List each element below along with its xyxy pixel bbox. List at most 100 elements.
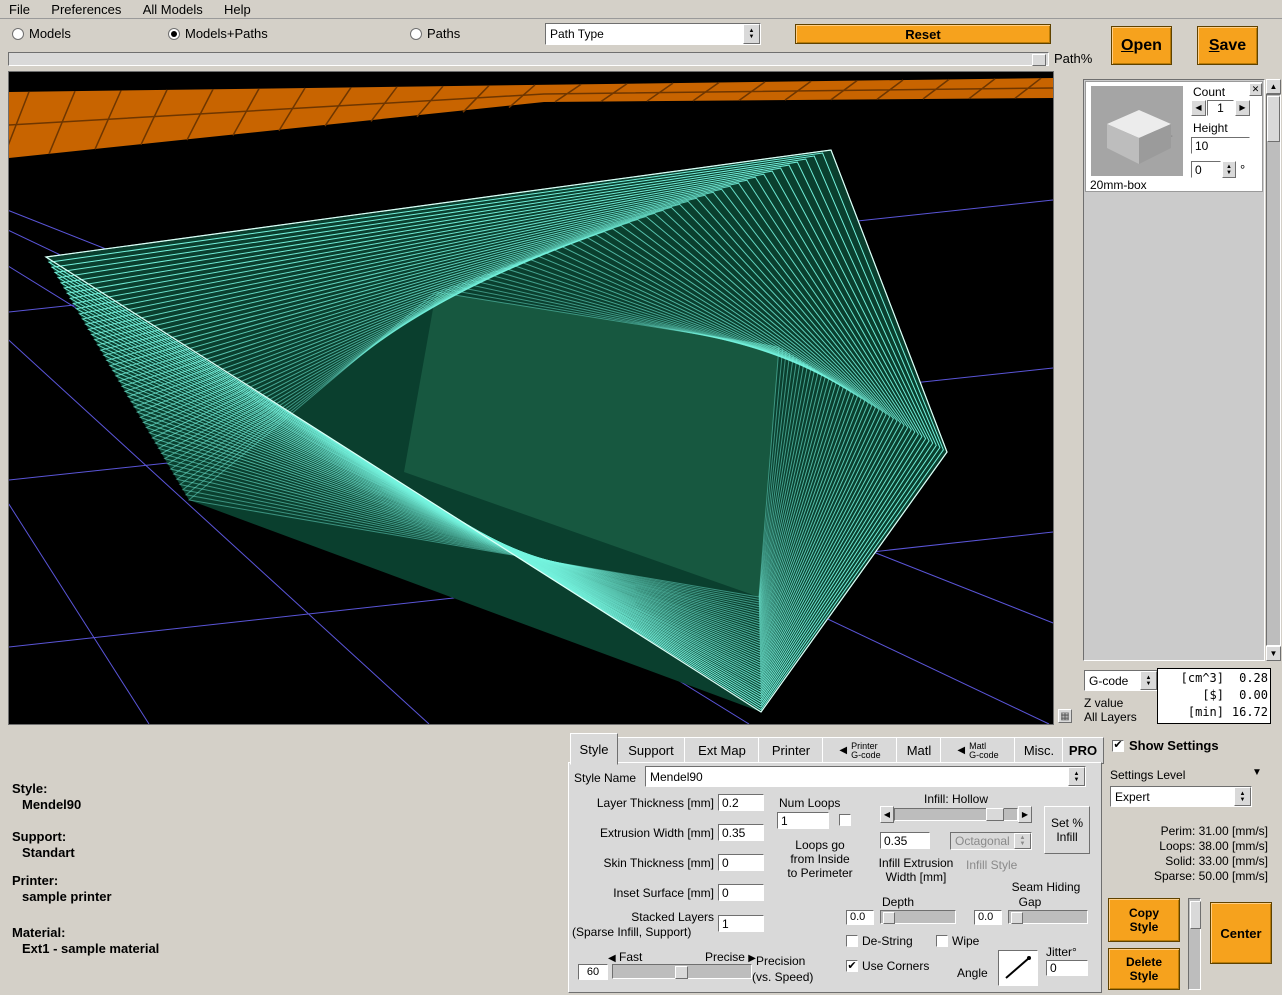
scrollbar-thumb[interactable]: [1267, 96, 1280, 142]
infill-slider-left-button[interactable]: ◀: [880, 806, 894, 823]
destring-checkbox[interactable]: De-String: [846, 934, 913, 948]
precision-slider[interactable]: [612, 964, 752, 979]
scroll-up-button[interactable]: ▲: [1266, 79, 1281, 94]
num-loops-checkbox[interactable]: [839, 814, 851, 826]
angle-picker-button[interactable]: [998, 950, 1038, 986]
menu-file[interactable]: File: [9, 2, 30, 17]
model-thumbnail[interactable]: [1091, 86, 1183, 176]
infill-slider[interactable]: ◀ ▶: [880, 806, 1032, 823]
radio-paths-label: Paths: [427, 26, 460, 41]
reset-button[interactable]: Reset: [795, 24, 1051, 44]
wipe-checkbox[interactable]: Wipe: [936, 934, 979, 948]
jitter-input[interactable]: [1046, 960, 1088, 976]
settings-level-expander-icon[interactable]: ▼: [1252, 767, 1262, 778]
gcode-combobox[interactable]: G-code ▲ ▼: [1084, 670, 1158, 691]
infill-style-combobox[interactable]: Octagonal ▲ ▼: [950, 832, 1032, 850]
checkbox[interactable]: ✔: [846, 960, 858, 972]
stacked-layers-input[interactable]: [718, 915, 764, 932]
view-mode-models-paths[interactable]: Models+Paths: [168, 26, 268, 41]
scrollbar-trough[interactable]: [1266, 94, 1281, 646]
copy-style-button[interactable]: Copy Style: [1108, 898, 1180, 942]
viewport-canvas[interactable]: [8, 71, 1054, 725]
show-settings-checkbox[interactable]: ✔ Show Settings: [1112, 738, 1219, 753]
scroll-down-button[interactable]: ▼: [1266, 646, 1281, 661]
inset-surface-input[interactable]: [718, 884, 764, 901]
precision-slider-handle[interactable]: [675, 966, 688, 979]
skin-thickness-input[interactable]: [718, 854, 764, 871]
seam-gap-slider-handle[interactable]: [1011, 912, 1023, 924]
layer-thickness-input[interactable]: [718, 794, 764, 811]
tab-printer[interactable]: Printer: [758, 737, 824, 764]
height-input[interactable]: [1191, 137, 1250, 154]
path-percent-slider[interactable]: [8, 52, 1049, 66]
checkbox[interactable]: [846, 935, 858, 947]
model-list-scrollbar[interactable]: ▲ ▼: [1266, 79, 1281, 661]
copy-style-label-line1: Copy: [1129, 906, 1159, 920]
status-grip-icon[interactable]: ▦: [1058, 709, 1072, 723]
count-increment-button[interactable]: ▶: [1235, 100, 1250, 116]
stats-box: [cm^3] 0.28 [$] 0.00 [min] 16.72: [1157, 668, 1271, 724]
precision-preciser-control[interactable]: Precise ▶: [705, 950, 756, 964]
settings-level-combo-arrows-icon[interactable]: ▲ ▼: [1234, 787, 1251, 806]
menu-all-models[interactable]: All Models: [143, 2, 203, 17]
model-close-button[interactable]: ✕: [1249, 83, 1262, 96]
gcode-value: G-code: [1085, 673, 1140, 689]
view-mode-paths[interactable]: Paths: [410, 26, 460, 41]
tab-style[interactable]: Style: [570, 733, 618, 765]
stat-time-value: 16.72: [1224, 704, 1268, 721]
tab-printer-gcode[interactable]: ◀ Printer G-code: [822, 737, 898, 764]
infill-style-combo-arrows-icon[interactable]: ▲ ▼: [1014, 833, 1031, 849]
tab-matl[interactable]: Matl: [896, 737, 942, 764]
style-name-combobox[interactable]: Mendel90 ▲ ▼: [645, 766, 1086, 787]
tab-pro[interactable]: PRO: [1062, 737, 1104, 764]
view-mode-models[interactable]: Models: [12, 26, 71, 41]
tab-misc[interactable]: Misc.: [1014, 737, 1064, 764]
seam-gap-slider[interactable]: [1008, 910, 1088, 924]
count-input[interactable]: [1207, 100, 1234, 116]
rotation-spinner[interactable]: ▲ ▼: [1222, 161, 1236, 178]
model-card[interactable]: 20mm-box ✕ Count ◀ ▶ Height ▲ ▼ °: [1085, 81, 1263, 192]
tab-ext-map[interactable]: Ext Map: [684, 737, 760, 764]
radio-paths[interactable]: [410, 28, 422, 40]
count-label: Count: [1193, 85, 1225, 99]
path-percent-slider-handle[interactable]: [1032, 54, 1046, 66]
rotation-input[interactable]: [1191, 161, 1221, 178]
arrow-down-icon: ▼: [1240, 797, 1246, 803]
infill-slider-handle[interactable]: [986, 808, 1004, 821]
seam-depth-slider-handle[interactable]: [883, 912, 895, 924]
style-list-scrollbar[interactable]: [1188, 898, 1201, 990]
menu-preferences[interactable]: Preferences: [51, 2, 121, 17]
precision-faster-control[interactable]: ◀ Fast: [608, 950, 642, 964]
style-list-scrollbar-thumb[interactable]: [1190, 901, 1201, 929]
delete-style-button[interactable]: Delete Style: [1108, 948, 1180, 990]
set-percent-infill-button[interactable]: Set % Infill: [1044, 806, 1090, 854]
save-button[interactable]: Save: [1197, 26, 1258, 65]
tab-matl-gcode[interactable]: ◀ Matl G-code: [940, 737, 1016, 764]
count-decrement-button[interactable]: ◀: [1191, 100, 1206, 116]
stat-cost-label: [$]: [1160, 687, 1224, 704]
menu-help[interactable]: Help: [224, 2, 251, 17]
infill-extrusion-width-input[interactable]: [880, 832, 930, 849]
open-button[interactable]: Open: [1111, 26, 1172, 65]
center-button[interactable]: Center: [1210, 902, 1272, 964]
radio-models-paths[interactable]: [168, 28, 180, 40]
stat-row: [cm^3] 0.28: [1160, 670, 1268, 687]
combo-arrows-icon[interactable]: ▲ ▼: [743, 24, 760, 44]
radio-models[interactable]: [12, 28, 24, 40]
checkbox[interactable]: [936, 935, 948, 947]
gcode-combo-arrows-icon[interactable]: ▲ ▼: [1140, 671, 1157, 690]
checkbox[interactable]: ✔: [1112, 740, 1124, 752]
num-loops-input[interactable]: [777, 812, 829, 829]
settings-level-combobox[interactable]: Expert ▲ ▼: [1110, 786, 1252, 807]
arrow-down-icon: ▼: [1146, 681, 1152, 687]
spin-down-icon[interactable]: ▼: [1226, 170, 1232, 176]
infill-slider-right-button[interactable]: ▶: [1018, 806, 1032, 823]
extrusion-width-input[interactable]: [718, 824, 764, 841]
seam-depth-slider[interactable]: [880, 910, 956, 924]
path-type-combobox[interactable]: Path Type ▲ ▼: [545, 23, 761, 45]
style-name-combo-arrows-icon[interactable]: ▲ ▼: [1068, 767, 1085, 786]
arrow-left-icon: ◀: [839, 745, 847, 756]
summary-printer-value: sample printer: [22, 889, 112, 904]
tab-support[interactable]: Support: [616, 737, 686, 764]
use-corners-checkbox[interactable]: ✔ Use Corners: [846, 959, 929, 973]
